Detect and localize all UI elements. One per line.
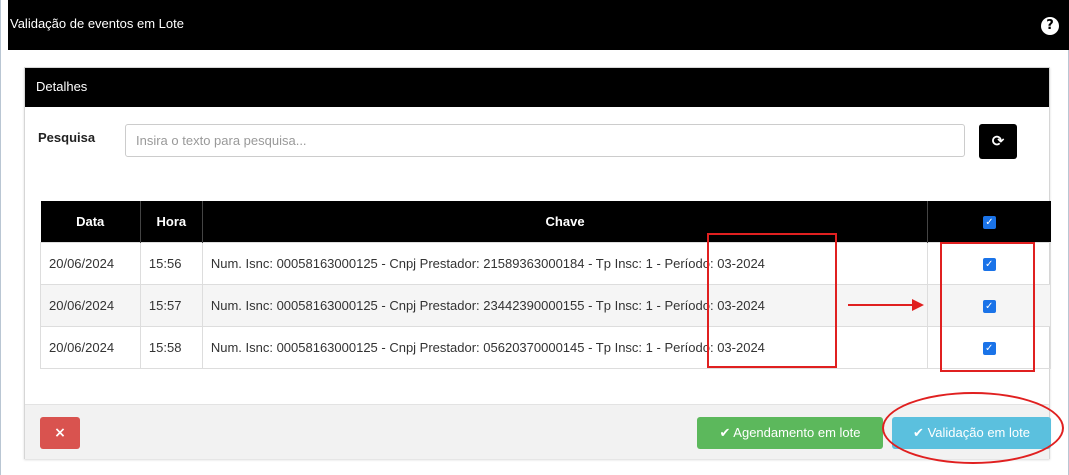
row-key: Num. Isnc: 00058163000125 - Cnpj Prestad… [201, 325, 929, 369]
row-checkbox[interactable]: ✓ [982, 257, 996, 271]
row-select-cell: ✓ [927, 325, 1051, 369]
panel-header: Detalhes [25, 68, 1049, 107]
check-icon: ✔ [913, 426, 924, 441]
details-panel: Detalhes Pesquisa ⟳ Data Hora Chave ✓ 20… [24, 67, 1051, 459]
table-header-row: Data Hora Chave ✓ [40, 201, 1051, 242]
row-checkbox[interactable]: ✓ [982, 299, 996, 313]
refresh-icon: ⟳ [991, 132, 1005, 150]
schedule-batch-button[interactable]: ✔ Agendamento em lote [697, 417, 883, 449]
row-date: 20/06/2024 [40, 241, 141, 285]
column-header-chave[interactable]: Chave [202, 201, 929, 242]
validate-batch-label: Validação em lote [927, 425, 1030, 440]
column-header-hora[interactable]: Hora [140, 201, 203, 242]
row-key: Num. Isnc: 00058163000125 - Cnpj Prestad… [201, 283, 929, 327]
refresh-button[interactable]: ⟳ [979, 124, 1017, 159]
row-date: 20/06/2024 [40, 283, 141, 327]
validate-batch-button[interactable]: ✔ Validação em lote [892, 417, 1051, 449]
row-select-cell: ✓ [927, 241, 1051, 285]
search-label: Pesquisa [38, 130, 96, 145]
select-all-checkbox[interactable]: ✓ [982, 215, 996, 229]
help-icon[interactable]: ? [1041, 17, 1059, 35]
events-table: Data Hora Chave ✓ 20/06/2024 15:56 Num. … [40, 201, 1051, 369]
table-row[interactable]: 20/06/2024 15:58 Num. Isnc: 000581630001… [40, 325, 1051, 369]
title-bar: Validação de eventos em Lote ? [8, 0, 1069, 50]
table-row[interactable]: 20/06/2024 15:56 Num. Isnc: 000581630001… [40, 241, 1051, 285]
row-checkbox[interactable]: ✓ [982, 341, 996, 355]
row-time: 15:56 [139, 241, 203, 285]
select-all-header: ✓ [927, 201, 1051, 242]
panel-title: Detalhes [36, 79, 88, 94]
row-date: 20/06/2024 [40, 325, 141, 369]
schedule-batch-label: Agendamento em lote [733, 425, 861, 440]
row-time: 15:58 [139, 325, 203, 369]
row-time: 15:57 [139, 283, 203, 327]
row-select-cell: ✓ [927, 283, 1051, 327]
panel-footer: × ✔ Agendamento em lote ✔ Validação em l… [25, 404, 1051, 459]
table-row[interactable]: 20/06/2024 15:57 Num. Isnc: 000581630001… [40, 283, 1051, 327]
row-key: Num. Isnc: 00058163000125 - Cnpj Prestad… [201, 241, 929, 285]
window-title: Validação de eventos em Lote [10, 16, 184, 31]
cancel-button[interactable]: × [40, 417, 80, 449]
close-icon: × [54, 425, 66, 441]
search-input[interactable] [125, 124, 965, 157]
check-icon: ✔ [719, 426, 731, 441]
column-header-data[interactable]: Data [40, 201, 141, 242]
